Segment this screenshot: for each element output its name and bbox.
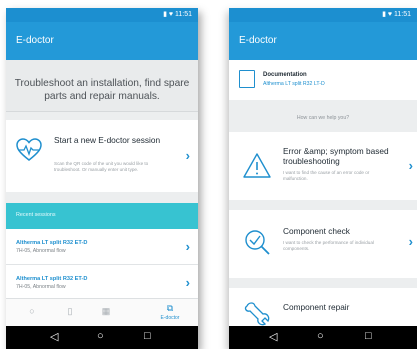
option-subtitle: I want to check the performance of indiv… [283,240,374,251]
status-time: 11:51 [175,11,192,18]
app-title: E-doctor [16,35,54,46]
session-name: Altherma LT split R32 ET-D [16,276,88,282]
option-title: Component check [283,226,350,236]
grid-icon: ▦ [101,306,111,316]
new-session-title: Start a new E-doctor session [54,135,161,145]
wifi-icon: ♥ [168,11,174,18]
signal-icon: ▮ [382,11,386,18]
warning-icon [243,153,271,178]
status-bar: ▮ ♥ 11:51 [229,8,417,22]
session-item[interactable]: Altherma LT split R32 ET-D 7H-05, Abnorm… [6,229,198,265]
new-session-card[interactable]: Start a new E-doctor session Scan the QR… [6,120,198,192]
session-detail: 7H-05, Abnormal flow [16,248,66,254]
documentation-card[interactable]: Documentation Altherma LT split R32 LT-D [229,60,417,100]
option-component-repair[interactable]: Component repair [229,288,417,326]
documentation-unit: Altherma LT split R32 LT-D [263,81,325,87]
chevron-right-icon: › [408,234,413,249]
back-icon[interactable]: ◁ [269,330,277,343]
session-detail: 7H-05, Abnormal flow [16,284,66,290]
check-search-icon [245,230,270,255]
app-bar: E-doctor [229,22,417,60]
tab-e-doctor-label: E-doctor [160,315,180,321]
option-subtitle: I want to find the cause of an error cod… [283,170,370,181]
app-title: E-doctor [239,35,277,46]
recents-icon[interactable]: □ [365,330,372,342]
home-content: Troubleshoot an installation, find spare… [6,60,198,326]
chevron-right-icon: › [185,148,190,163]
new-session-subtitle: Scan the QR code of the unit you would l… [54,161,149,172]
phone-screen-home: ▮ ♥ 11:51 E-doctor Troubleshoot an insta… [6,8,198,349]
document-icon [239,70,255,88]
chevron-right-icon: › [185,275,190,290]
app-bar: E-doctor [6,22,198,60]
status-icons: ▮ ♥ 11:51 [163,10,192,18]
home-button-icon[interactable]: ○ [97,330,104,342]
option-error-troubleshooting[interactable]: Error &amp; symptom based troubleshootin… [229,132,417,200]
signal-icon: ▮ [163,11,167,18]
recent-sessions-label: Recent sessions [16,212,56,218]
heart-pulse-icon [16,138,42,161]
session-item[interactable]: Altherma LT split R32 ET-D 7H-05, Abnorm… [6,265,198,301]
android-nav-bar: ◁ ○ □ [6,326,198,349]
status-bar: ▮ ♥ 11:51 [6,8,198,22]
intro-header: Troubleshoot an installation, find spare… [6,60,198,112]
wifi-icon: ♥ [387,11,393,18]
home-button-icon[interactable]: ○ [317,330,324,342]
back-icon[interactable]: ◁ [50,330,58,343]
android-nav-bar: ◁ ○ □ [229,326,417,349]
option-title: Error &amp; symptom based troubleshootin… [283,146,389,166]
recents-icon[interactable]: □ [144,330,151,342]
status-icons: ▮ ♥ 11:51 [382,10,411,18]
session-name: Altherma LT split R32 ET-D [16,240,88,246]
option-title: Component repair [283,302,350,312]
book-icon: ▯ [67,306,73,316]
doctor-icon: ⧉ [166,303,174,313]
tab-e-doctor[interactable]: ⧉ E-doctor [152,299,188,326]
chevron-right-icon: › [408,158,413,173]
chevron-right-icon: › [185,239,190,254]
documentation-title: Documentation [263,72,307,78]
intro-text: Troubleshoot an installation, find spare… [14,78,190,102]
bottom-tab-bar: ○ ▯ ▦ ⧉ E-doctor [6,298,198,326]
wrench-icon [244,302,270,326]
home-icon: ○ [29,306,35,316]
edoctor-content: Documentation Altherma LT split R32 LT-D… [229,60,417,326]
phone-screen-edoctor: ▮ ♥ 11:51 E-doctor Documentation Altherm… [229,8,417,349]
status-time: 11:51 [394,11,411,18]
tab-parts[interactable]: ▦ [88,299,124,326]
tab-home[interactable]: ○ [14,299,50,326]
help-prompt: How can we help you? [296,115,350,121]
tab-manuals[interactable]: ▯ [52,299,88,326]
recent-sessions-header: Recent sessions [6,203,198,229]
option-component-check[interactable]: Component check I want to check the perf… [229,210,417,278]
